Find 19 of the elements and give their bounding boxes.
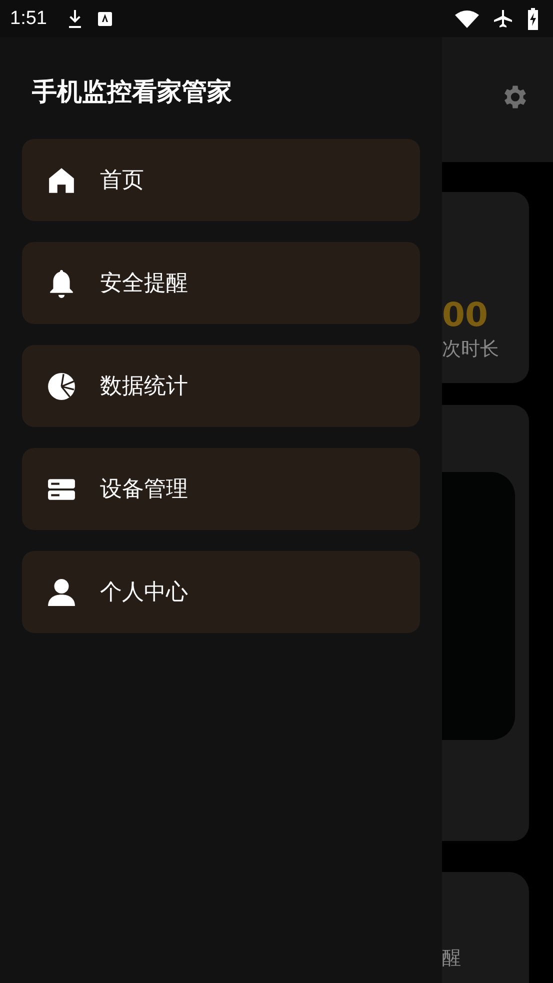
stat-label: 次时长 [442, 337, 500, 362]
wifi-icon [455, 10, 479, 28]
menu-item[interactable]: 设备管理 [22, 448, 420, 530]
bell-icon [47, 268, 76, 298]
download-icon [66, 8, 83, 28]
home-icon [47, 166, 76, 194]
stat-value: 00 [442, 296, 489, 334]
card-label: 醒 [442, 946, 462, 971]
menu-item[interactable]: 个人中心 [22, 551, 420, 633]
menu-item[interactable]: 安全提醒 [22, 242, 420, 324]
menu-item[interactable]: 首页 [22, 139, 420, 221]
airplane-icon [493, 8, 513, 28]
menu-item[interactable]: 数据统计 [22, 345, 420, 427]
person-icon [47, 578, 76, 606]
pie-chart-icon [47, 372, 76, 400]
status-time: 1:51 [10, 8, 47, 30]
battery-charging-icon [527, 8, 539, 30]
drawer-title: 手机监控看家管家 [31, 76, 233, 108]
text-box-icon [96, 10, 113, 26]
